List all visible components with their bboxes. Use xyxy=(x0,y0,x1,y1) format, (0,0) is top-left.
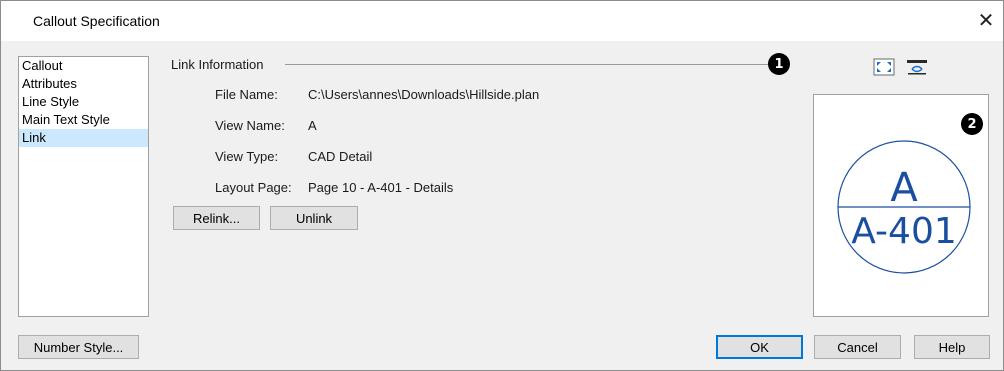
sidebar-item-attributes[interactable]: Attributes xyxy=(19,75,148,93)
sidebar-item-line-style[interactable]: Line Style xyxy=(19,93,148,111)
sidebar-item-callout[interactable]: Callout xyxy=(19,57,148,75)
sidebar-item-main-text-style[interactable]: Main Text Style xyxy=(19,111,148,129)
title-bar: Callout Specification ✕ xyxy=(1,1,1003,41)
sidebar-item-label: Link xyxy=(22,130,46,145)
group-title: Link Information xyxy=(171,57,270,72)
sidebar-item-label: Line Style xyxy=(22,94,80,109)
view-name-value: A xyxy=(308,118,317,133)
sidebar-item-link[interactable]: Link xyxy=(19,129,148,147)
cancel-button[interactable]: Cancel xyxy=(814,335,901,359)
view-name-label: View Name: xyxy=(215,118,285,133)
relink-button[interactable]: Relink... xyxy=(173,206,260,230)
close-button[interactable]: ✕ xyxy=(971,5,1001,35)
fill-window-icon[interactable] xyxy=(873,58,895,76)
ok-button[interactable]: OK xyxy=(716,335,803,359)
file-name-label: File Name: xyxy=(215,87,278,102)
category-list[interactable]: Callout Attributes Line Style Main Text … xyxy=(18,56,149,317)
callout-badge-1: 1 xyxy=(768,53,790,75)
layout-page-value: Page 10 - A-401 - Details xyxy=(308,180,454,195)
view-type-value: CAD Detail xyxy=(308,149,373,164)
sidebar-item-label: Main Text Style xyxy=(22,112,110,127)
sidebar-item-label: Attributes xyxy=(22,76,77,91)
callout-top-text: A xyxy=(890,165,918,211)
callout-bottom-text: A-401 xyxy=(851,211,957,252)
help-button[interactable]: Help xyxy=(914,335,990,359)
callout-badge-2: 2 xyxy=(961,113,983,135)
file-name-value: C:\Users\annes\Downloads\Hillside.plan xyxy=(308,87,540,102)
preview-view-icon[interactable] xyxy=(906,58,928,76)
dialog-title: Callout Specification xyxy=(33,13,160,29)
group-divider xyxy=(285,64,769,65)
view-type-label: View Type: xyxy=(215,149,279,164)
callout-specification-dialog: Callout Specification ✕ Callout Attribut… xyxy=(0,0,1004,371)
close-icon: ✕ xyxy=(977,9,995,32)
sidebar-item-label: Callout xyxy=(22,58,63,73)
layout-page-label: Layout Page: xyxy=(215,180,292,195)
number-style-button[interactable]: Number Style... xyxy=(18,335,139,359)
unlink-button[interactable]: Unlink xyxy=(270,206,358,230)
